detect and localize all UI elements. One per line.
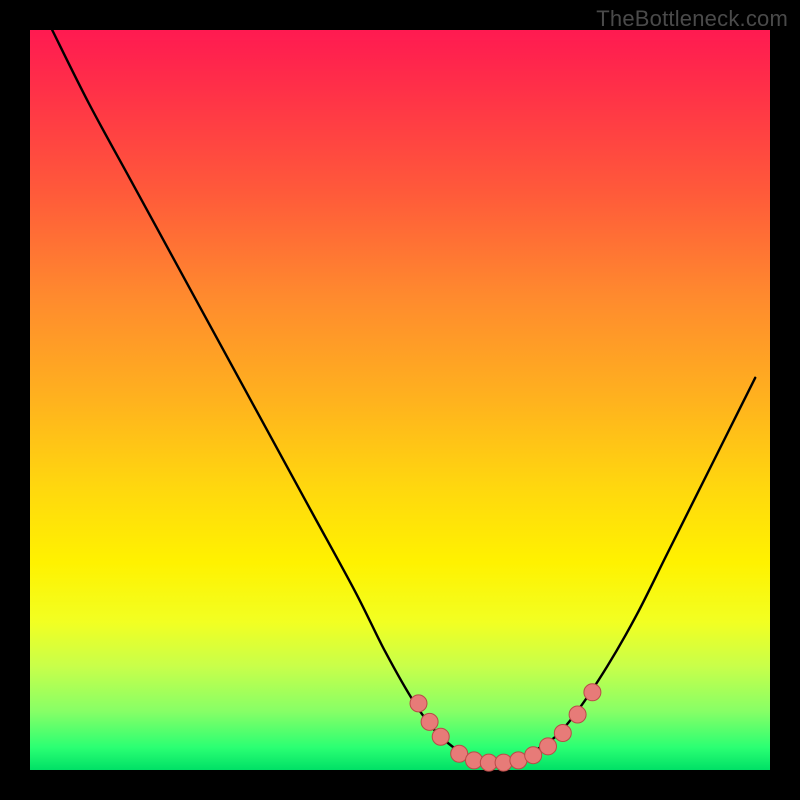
curve-marker bbox=[525, 747, 542, 764]
curve-marker bbox=[410, 695, 427, 712]
curve-marker bbox=[495, 754, 512, 771]
curve-marker bbox=[432, 728, 449, 745]
marker-group bbox=[410, 684, 601, 771]
curve-marker bbox=[540, 738, 557, 755]
curve-marker bbox=[554, 725, 571, 742]
bottleneck-curve-path bbox=[52, 30, 755, 763]
chart-frame: TheBottleneck.com bbox=[0, 0, 800, 800]
watermark-text: TheBottleneck.com bbox=[596, 6, 788, 32]
bottleneck-curve-svg bbox=[30, 30, 770, 770]
curve-marker bbox=[466, 752, 483, 769]
plot-area bbox=[30, 30, 770, 770]
curve-marker bbox=[569, 706, 586, 723]
curve-marker bbox=[584, 684, 601, 701]
curve-marker bbox=[421, 713, 438, 730]
